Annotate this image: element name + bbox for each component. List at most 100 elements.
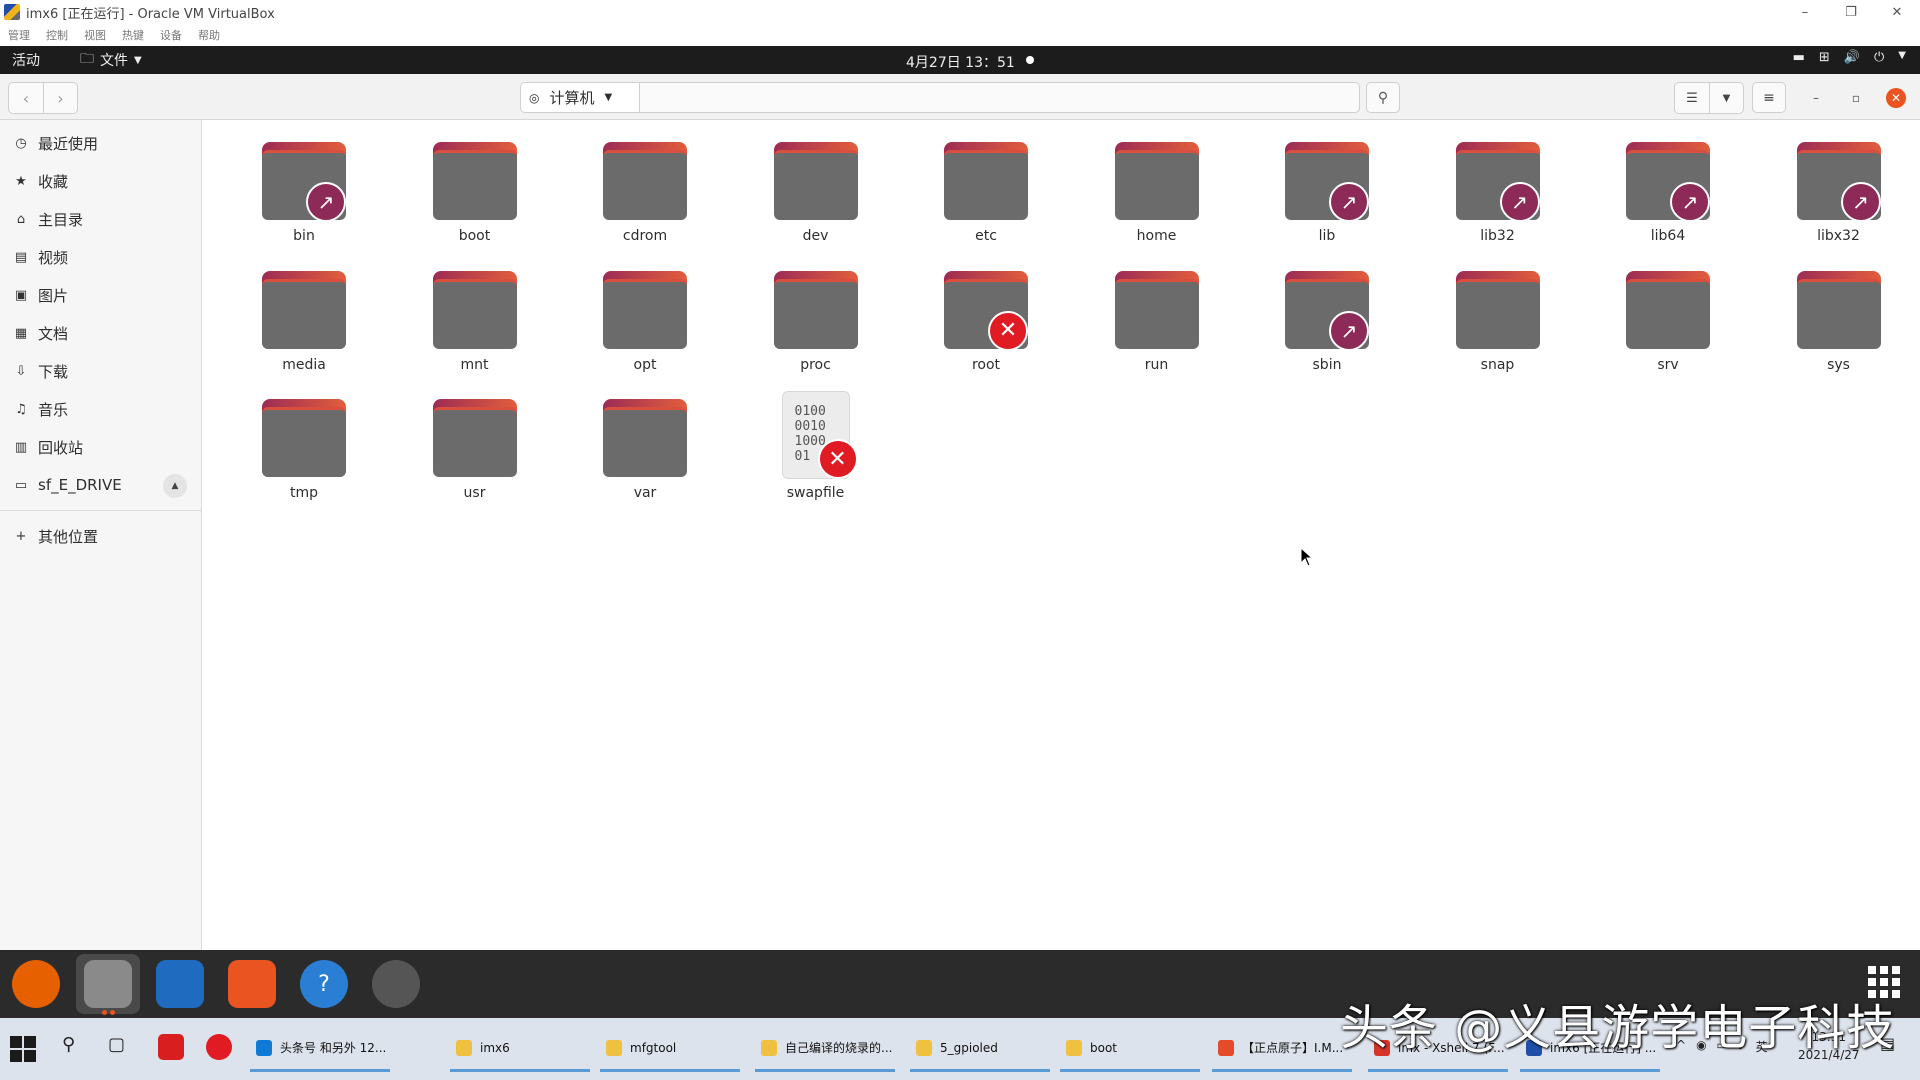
close-button[interactable]: ✕ <box>1874 0 1920 24</box>
taskbar-app[interactable]: 头条号 和另外 12... <box>250 1026 390 1072</box>
sidebar-item-trash[interactable]: ▥ 回收站 <box>0 428 201 466</box>
folder-item[interactable]: ↗ libx32 <box>1751 120 1891 244</box>
start-button[interactable] <box>10 1036 36 1062</box>
taskbar-app[interactable]: boot <box>1060 1026 1200 1072</box>
menu-hotkeys[interactable]: 热键 <box>122 27 144 43</box>
system-tray[interactable]: ▬ ⊞ 🔊 ⏻ ▼ <box>1793 50 1906 65</box>
taskbar-app[interactable]: imx6 <box>450 1026 590 1072</box>
location-button[interactable]: ◎ 计算机 ▼ <box>520 82 640 113</box>
maximize-button[interactable]: ❐ <box>1828 0 1874 24</box>
updater-icon[interactable] <box>372 960 420 1008</box>
menu-manage[interactable]: 管理 <box>8 27 30 43</box>
sidebar-item-label: 视频 <box>38 248 69 267</box>
virtualbox-menubar: 管理 控制 视图 热键 设备 帮助 <box>0 24 1920 46</box>
forward-button[interactable]: › <box>43 83 77 113</box>
file-name: sys <box>1827 356 1850 373</box>
sidebar-item-videos[interactable]: ▤ 视频 <box>0 238 201 276</box>
maximize-button[interactable]: ▫ <box>1846 88 1866 108</box>
clock[interactable]: 4月27日 13：51 <box>906 52 1015 72</box>
files-icon[interactable] <box>84 960 132 1008</box>
search-icon: ⚲ <box>1377 89 1389 106</box>
running-indicator <box>110 1010 115 1015</box>
firefox-icon[interactable] <box>12 960 60 1008</box>
folder-item[interactable]: ↗ sbin <box>1239 249 1379 373</box>
folder-item[interactable]: ↗ lib64 <box>1580 120 1720 244</box>
folder-item[interactable]: boot <box>387 120 527 244</box>
list-view-button[interactable]: ☰ <box>1675 83 1709 113</box>
app-menu[interactable]: 🗀 文件 ▼ <box>80 48 142 72</box>
gnome-top-bar: 活动 🗀 文件 ▼ 4月27日 13：51 ▬ ⊞ 🔊 ⏻ ▼ <box>0 46 1920 74</box>
taskbar-app[interactable]: 自己编译的烧录的... <box>755 1026 895 1072</box>
folder-item[interactable]: proc <box>728 249 868 373</box>
file-name: libx32 <box>1817 228 1860 244</box>
sidebar-item-sf-e-drive[interactable]: ▭ sf_E_DRIVE ▲ <box>0 466 201 504</box>
folder-item[interactable]: usr <box>387 377 527 501</box>
running-indicator <box>102 1010 107 1015</box>
folder-item[interactable]: ↗ lib <box>1239 120 1379 244</box>
sidebar-item-downloads[interactable]: ⇩ 下载 <box>0 352 201 390</box>
app-icon <box>606 1039 622 1056</box>
trash-icon: ▥ <box>14 439 28 455</box>
taskbar-app[interactable]: 【正点原子】I.M... <box>1212 1026 1352 1072</box>
menu-icon: ≡ <box>1763 89 1775 106</box>
menu-view[interactable]: 视图 <box>84 27 106 43</box>
sidebar-item-recent[interactable]: ◷ 最近使用 <box>0 124 201 162</box>
folder-item[interactable]: home <box>1069 120 1209 244</box>
taskbar-app[interactable]: 5_gpioled <box>910 1026 1050 1072</box>
folder-icon: 🗀 <box>80 51 94 67</box>
chevron-down-icon: ▼ <box>1898 50 1906 61</box>
menu-devices[interactable]: 设备 <box>160 27 182 43</box>
folder-item[interactable]: run <box>1069 249 1209 373</box>
folder-item[interactable]: dev <box>728 120 868 244</box>
sidebar-item-music[interactable]: ♫ 音乐 <box>0 390 201 428</box>
folder-item[interactable]: etc <box>898 120 1038 244</box>
search-button[interactable]: ⚲ <box>1366 82 1400 113</box>
software-icon[interactable] <box>228 960 276 1008</box>
folder-item[interactable]: sys <box>1751 249 1891 373</box>
opera-icon[interactable] <box>206 1034 232 1060</box>
watermark: 头条 @义县游学电子科技 <box>1340 1000 1896 1056</box>
menu-control[interactable]: 控制 <box>46 27 68 43</box>
menu-help[interactable]: 帮助 <box>198 27 220 43</box>
sidebar-item-starred[interactable]: ★ 收藏 <box>0 162 201 200</box>
folder-item[interactable]: opt <box>557 249 697 373</box>
folder-item[interactable]: var <box>557 377 697 501</box>
folder-item[interactable]: snap <box>1410 249 1550 373</box>
folder-item[interactable]: mnt <box>387 249 527 373</box>
activities-button[interactable]: 活动 <box>12 50 40 70</box>
file-name: lib <box>1318 228 1336 244</box>
sidebar-item-home[interactable]: ⌂ 主目录 <box>0 200 201 238</box>
folder-item[interactable]: tmp <box>216 377 356 501</box>
view-options-button[interactable]: ▼ <box>1709 83 1743 113</box>
app-icon-red[interactable] <box>158 1034 184 1060</box>
file-name: lib64 <box>1650 228 1686 244</box>
folder-item[interactable]: srv <box>1580 249 1720 373</box>
file-name: opt <box>633 356 657 373</box>
folder-item[interactable]: ✕ root <box>898 249 1038 373</box>
close-button[interactable]: ✕ <box>1886 88 1906 108</box>
unreadable-emblem-icon: ✕ <box>988 310 1028 351</box>
eject-button[interactable]: ▲ <box>163 474 187 498</box>
folder-icon <box>603 142 687 220</box>
folder-item[interactable]: ↗ lib32 <box>1410 120 1550 244</box>
sidebar-item-other-locations[interactable]: + 其他位置 <box>0 517 201 555</box>
back-button[interactable]: ‹ <box>9 83 43 113</box>
minimize-button[interactable]: – <box>1806 88 1826 108</box>
folder-item[interactable]: ↗ bin <box>216 120 356 244</box>
file-item[interactable]: 0100 0010 1000 01 ✕ swapfile <box>728 377 868 501</box>
taskbar-app[interactable]: mfgtool <box>600 1026 740 1072</box>
app-icon <box>456 1039 472 1056</box>
folder-item[interactable]: cdrom <box>557 120 697 244</box>
taskbar-app-label: mfgtool <box>630 1040 677 1055</box>
help-icon[interactable]: ? <box>300 960 348 1008</box>
folder-item[interactable]: media <box>216 249 356 373</box>
sidebar-item-documents[interactable]: ▦ 文档 <box>0 314 201 352</box>
search-icon[interactable]: ⚲ <box>62 1034 75 1055</box>
symlink-emblem-icon: ↗ <box>306 182 346 222</box>
sidebar-item-pictures[interactable]: ▣ 图片 <box>0 276 201 314</box>
writer-icon[interactable] <box>156 960 204 1008</box>
hamburger-menu-button[interactable]: ≡ <box>1752 82 1786 113</box>
minimize-button[interactable]: – <box>1782 0 1828 24</box>
task-view-icon[interactable]: ▢ <box>108 1034 125 1055</box>
notification-dot <box>1026 56 1034 64</box>
